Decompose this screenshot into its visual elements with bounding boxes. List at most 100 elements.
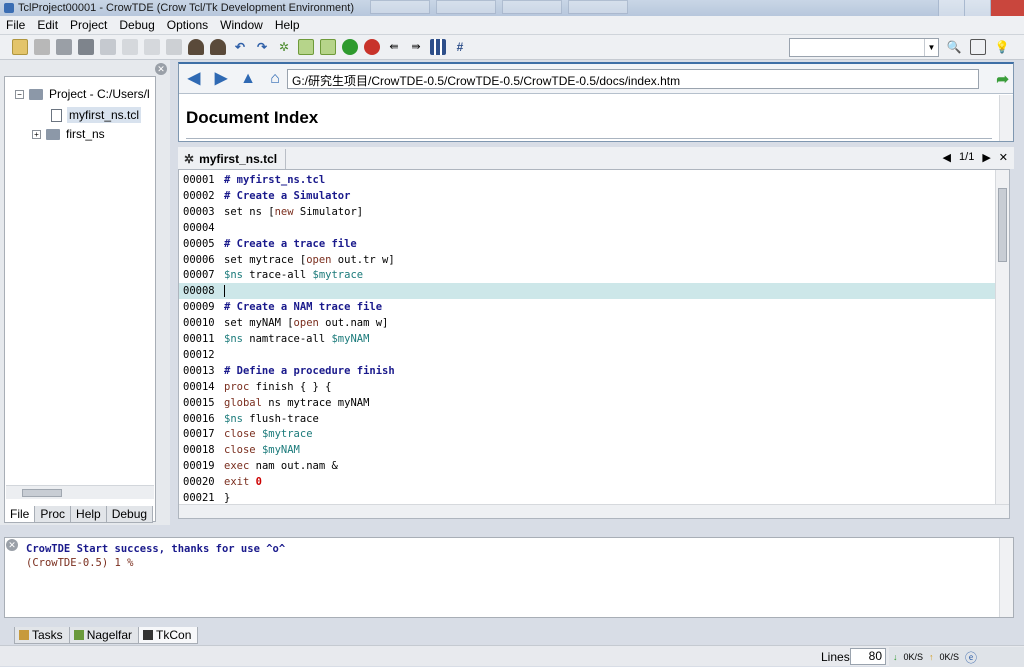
- menu-file[interactable]: File: [6, 18, 25, 32]
- tab-tkcon[interactable]: TkCon: [138, 627, 199, 644]
- tree-horizontal-scrollbar[interactable]: [6, 485, 154, 499]
- close-icon[interactable]: ✕: [155, 63, 167, 75]
- close-icon[interactable]: ✕: [6, 539, 18, 551]
- tab-file[interactable]: File: [4, 506, 36, 523]
- home-icon[interactable]: ⌂: [266, 70, 284, 87]
- tab-proc[interactable]: Proc: [34, 506, 72, 523]
- tab-tasks[interactable]: Tasks: [14, 627, 70, 644]
- add-icon[interactable]: [298, 39, 314, 55]
- find-next-icon[interactable]: [210, 39, 226, 55]
- tree-item-folder[interactable]: + first_ns: [32, 127, 105, 141]
- prev-page-icon[interactable]: ◀: [943, 151, 951, 164]
- chevron-down-icon[interactable]: ▼: [924, 39, 938, 56]
- menu-bar: File Edit Project Debug Options Window H…: [0, 16, 1024, 35]
- menu-project[interactable]: Project: [70, 18, 107, 32]
- maximize-button[interactable]: [964, 0, 990, 16]
- tab-help[interactable]: Help: [70, 506, 107, 523]
- save-icon[interactable]: [56, 39, 72, 55]
- code-line[interactable]: 00007 $ns trace-all $mytrace: [179, 267, 997, 283]
- code-line[interactable]: 00018 close $myNAM: [179, 442, 997, 458]
- code-line[interactable]: 00002 # Create a Simulator: [179, 188, 997, 204]
- url-field[interactable]: G:/研究生项目/CrowTDE-0.5/CrowTDE-0.5/CrowTDE…: [287, 69, 979, 89]
- open-icon[interactable]: [34, 39, 50, 55]
- tree-item-project[interactable]: − Project - C:/Users/l: [15, 87, 150, 101]
- editor-tab[interactable]: ✲ myfirst_ns.tcl: [180, 149, 287, 169]
- console-panel[interactable]: ✕ CrowTDE Start success, thanks for use …: [4, 537, 1014, 618]
- line-number: 00015: [183, 396, 215, 409]
- toolbar-search-combo[interactable]: ▼: [789, 38, 939, 57]
- search-icon[interactable]: 🔍: [946, 39, 962, 55]
- window-icon[interactable]: [970, 39, 986, 55]
- menu-edit[interactable]: Edit: [37, 18, 58, 32]
- step-icon[interactable]: ⇚: [386, 39, 402, 55]
- code-line[interactable]: 00019 exec nam out.nam &: [179, 458, 997, 474]
- find-icon[interactable]: [188, 39, 204, 55]
- code-text: set ns [new Simulator]: [224, 205, 364, 218]
- tab-debug[interactable]: Debug: [105, 506, 154, 523]
- collapse-icon[interactable]: −: [15, 89, 24, 99]
- code-line[interactable]: 00008: [179, 283, 997, 300]
- line-number: 00007: [183, 269, 215, 282]
- back-icon[interactable]: ◀: [185, 70, 203, 87]
- forward-icon[interactable]: ▶: [212, 70, 230, 87]
- code-line[interactable]: 00013 # Define a procedure finish: [179, 363, 997, 379]
- code-editor[interactable]: 00021} 00020 exit 0 00019 exec nam out.nam &…: [178, 169, 1010, 519]
- tab-nagelfar[interactable]: Nagelfar: [68, 627, 140, 644]
- title-bar: TclProject00001 - CrowTDE (Crow Tcl/Tk D…: [0, 0, 1024, 16]
- menu-help[interactable]: Help: [275, 18, 300, 32]
- code-line[interactable]: 00009 # Create a NAM trace file: [179, 299, 997, 315]
- grid-icon[interactable]: [430, 39, 446, 55]
- code-line[interactable]: 00020 exit 0: [179, 474, 997, 490]
- close-tab-icon[interactable]: ✕: [999, 151, 1008, 164]
- code-line[interactable]: 00006 set mytrace [open out.tr w]: [179, 252, 997, 268]
- run-icon[interactable]: [342, 39, 358, 55]
- next-page-icon[interactable]: ▶: [982, 151, 990, 164]
- code-text: set mytrace [open out.tr w]: [224, 253, 395, 266]
- copy-icon[interactable]: [144, 39, 160, 55]
- print-icon[interactable]: [100, 39, 116, 55]
- code-line[interactable]: 00014 proc finish { } {: [179, 379, 997, 395]
- code-text: close $mytrace: [224, 428, 313, 441]
- new-file-icon[interactable]: [12, 39, 28, 55]
- tree-item-file[interactable]: myfirst_ns.tcl: [51, 107, 142, 123]
- editor-horizontal-scrollbar[interactable]: [179, 504, 1009, 518]
- code-line[interactable]: 00003 set ns [new Simulator]: [179, 204, 997, 220]
- undo-icon[interactable]: ↶: [232, 39, 248, 55]
- expand-icon[interactable]: +: [32, 129, 41, 139]
- code-line[interactable]: 00016 $ns flush-trace: [179, 411, 997, 427]
- line-number: 00017: [183, 428, 215, 441]
- code-line[interactable]: 00012: [179, 347, 997, 363]
- save-all-icon[interactable]: [78, 39, 94, 55]
- code-line[interactable]: 00001 # myfirst_ns.tcl: [179, 172, 997, 188]
- code-line[interactable]: 00017 close $mytrace: [179, 426, 997, 442]
- tip-icon[interactable]: 💡: [994, 39, 1010, 55]
- cut-icon[interactable]: [122, 39, 138, 55]
- close-window-button[interactable]: [990, 0, 1024, 16]
- code-line[interactable]: 00005 # Create a trace file: [179, 236, 997, 252]
- editor-vertical-scrollbar[interactable]: [995, 170, 1009, 504]
- stop-icon[interactable]: [364, 39, 380, 55]
- code-line[interactable]: 00010 set myNAM [open out.nam w]: [179, 315, 997, 331]
- line-number: 00002: [183, 189, 215, 202]
- code-line[interactable]: 00015 global ns mytrace myNAM: [179, 395, 997, 411]
- redo-icon[interactable]: ↷: [254, 39, 270, 55]
- console-scrollbar[interactable]: [999, 538, 1013, 617]
- go-icon[interactable]: ➦: [996, 70, 1009, 88]
- paste-icon[interactable]: [166, 39, 182, 55]
- step-out-icon[interactable]: ⇛: [408, 39, 424, 55]
- up-icon[interactable]: ▲: [239, 70, 257, 87]
- menu-debug[interactable]: Debug: [119, 18, 154, 32]
- menu-options[interactable]: Options: [167, 18, 208, 32]
- refresh-icon[interactable]: [320, 39, 336, 55]
- minimize-button[interactable]: [938, 0, 964, 16]
- settings-gear-icon[interactable]: ✲: [276, 39, 292, 55]
- document-heading: Document Index: [186, 108, 319, 127]
- divider: [186, 138, 992, 139]
- debug-tool-icon[interactable]: #: [452, 39, 468, 55]
- browser-scrollbar[interactable]: [999, 95, 1013, 141]
- code-line[interactable]: 00011 $ns namtrace-all $myNAM: [179, 331, 997, 347]
- line-number: 00014: [183, 380, 215, 393]
- code-line[interactable]: 00004: [179, 220, 997, 236]
- menu-window[interactable]: Window: [220, 18, 263, 32]
- left-panel-tabs: File Proc Help Debug: [4, 506, 154, 523]
